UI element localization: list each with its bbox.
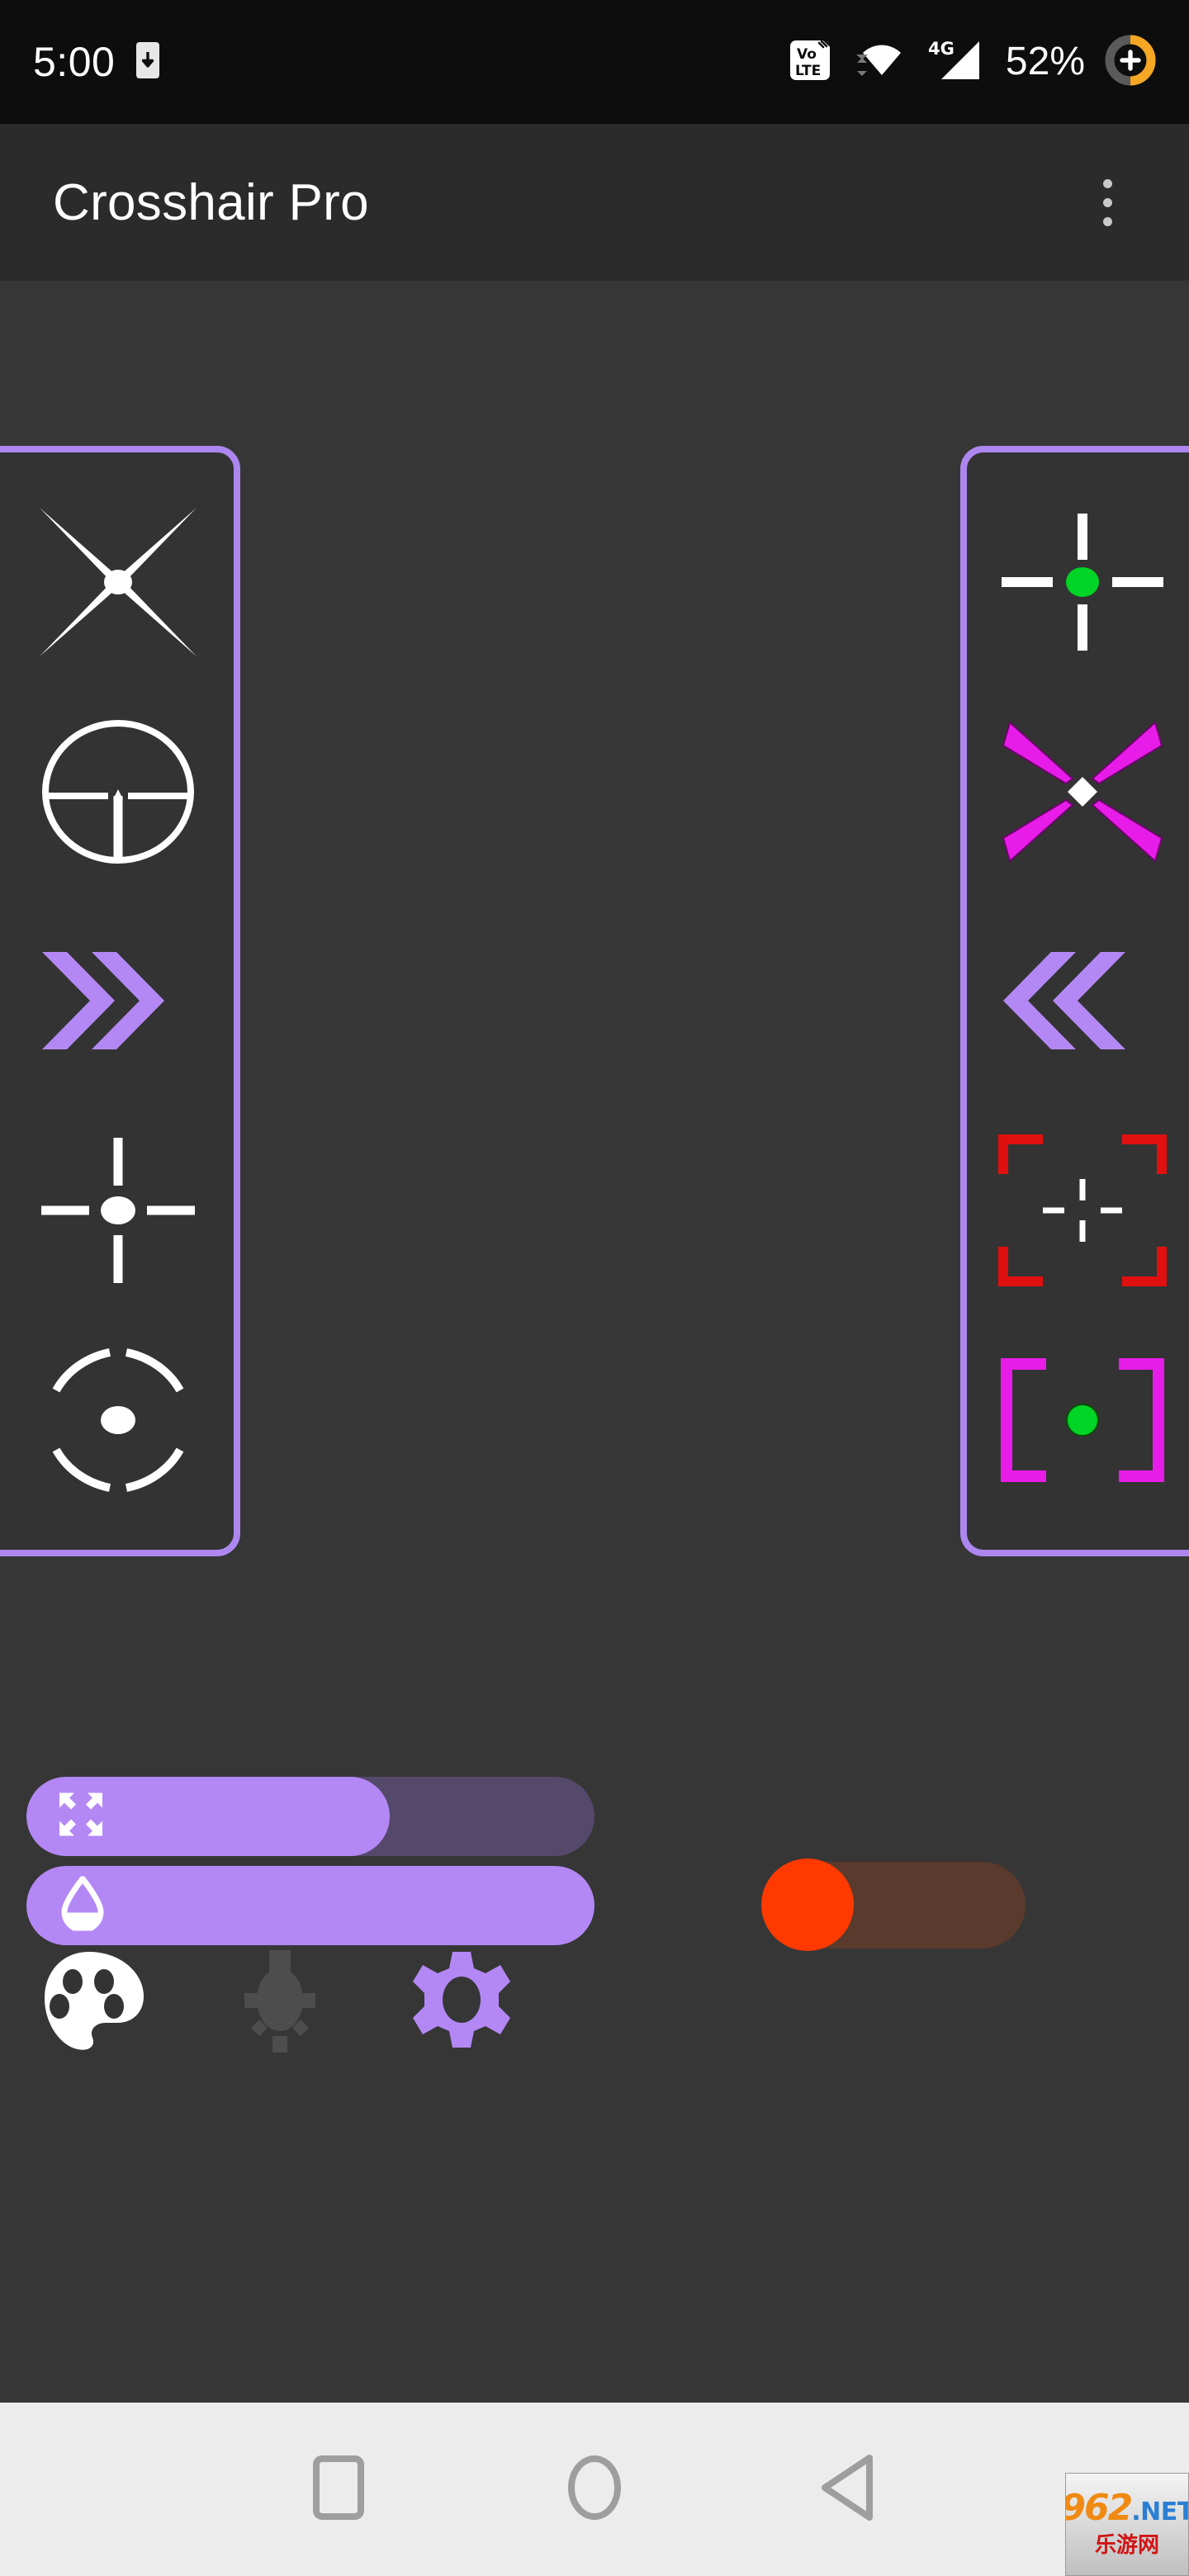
expand-arrows-icon [54, 1788, 107, 1845]
crosshair-option-dashed-circle-dot[interactable] [7, 1332, 230, 1509]
opacity-slider[interactable] [26, 1865, 594, 1945]
overlay-toggle-knob [761, 1859, 854, 1951]
network-type-label: 4G [928, 39, 955, 59]
site-watermark: 962 .NET 乐游网 [1065, 2473, 1189, 2576]
battery-charging-plus-icon [1105, 35, 1156, 90]
battery-percent-label: 52% [1005, 40, 1085, 83]
crosshair-option-cross-green-dot[interactable] [971, 493, 1189, 670]
wifi-icon [855, 36, 908, 88]
volte-icon: Vo LTE [789, 36, 836, 88]
watermark-subtitle: 乐游网 [1094, 2533, 1159, 2558]
crosshair-option-magenta-burst-diamond[interactable] [971, 703, 1189, 880]
brightness-button[interactable] [221, 1949, 337, 2054]
recents-button[interactable] [293, 2444, 384, 2535]
status-bar: 5:00 Vo LTE 4G 52% [0, 0, 1189, 124]
tool-button-row [0, 1949, 1189, 2054]
status-clock: 5:00 [33, 39, 116, 85]
watermark-brand: 962 [1065, 2487, 1133, 2529]
crosshair-list-left [0, 446, 240, 1556]
color-palette-button[interactable] [38, 1949, 150, 2054]
water-drop-icon [59, 1873, 106, 1934]
crosshair-list-right [960, 446, 1189, 1556]
crosshair-option-magenta-brackets-dot[interactable] [971, 1332, 1189, 1509]
size-slider-row [0, 1777, 1189, 1856]
crosshair-option-cross-dot[interactable] [7, 1122, 230, 1300]
status-bar-left: 5:00 [33, 39, 160, 85]
status-bar-right: Vo LTE 4G 52% [789, 35, 1156, 90]
app-bar: Crosshair Pro [0, 124, 1189, 281]
more-options-icon [1102, 178, 1112, 188]
opacity-row [0, 1859, 1189, 1951]
svg-text:Vo: Vo [797, 46, 817, 63]
crosshair-option-x-burst-dot[interactable] [7, 493, 230, 670]
crosshair-option-chevron-right-x2[interactable] [7, 912, 230, 1090]
more-options-icon [1102, 197, 1112, 207]
svg-text:LTE: LTE [795, 63, 821, 79]
home-circle-icon [562, 2454, 627, 2526]
screen-root: 5:00 Vo LTE 4G 52% Crosshair Pro 962 .NE… [0, 0, 1189, 2576]
phone-download-icon [136, 41, 160, 83]
more-options-icon [1102, 216, 1112, 226]
recents-square-icon [306, 2454, 371, 2526]
watermark-brand-line: 962 .NET [1065, 2487, 1189, 2529]
settings-button[interactable] [408, 1949, 515, 2054]
overlay-toggle[interactable] [761, 1859, 1026, 1951]
back-button[interactable] [805, 2444, 896, 2535]
size-slider[interactable] [26, 1777, 594, 1856]
opacity-slider-fill [26, 1865, 594, 1945]
system-nav-bar [0, 2403, 1189, 2576]
crosshair-option-scope-circle-t[interactable] [7, 703, 230, 880]
crosshair-option-red-brackets-cross[interactable] [971, 1122, 1189, 1300]
main-content [0, 281, 1189, 2403]
home-button[interactable] [549, 2444, 640, 2535]
page-title: Crosshair Pro [53, 173, 369, 231]
overflow-menu-button[interactable] [1078, 157, 1136, 248]
crosshair-option-chevron-left-x2[interactable] [971, 912, 1189, 1090]
signal-bars-icon: 4G [928, 36, 986, 88]
watermark-tld: .NET [1131, 2498, 1189, 2526]
back-triangle-icon [818, 2454, 883, 2526]
